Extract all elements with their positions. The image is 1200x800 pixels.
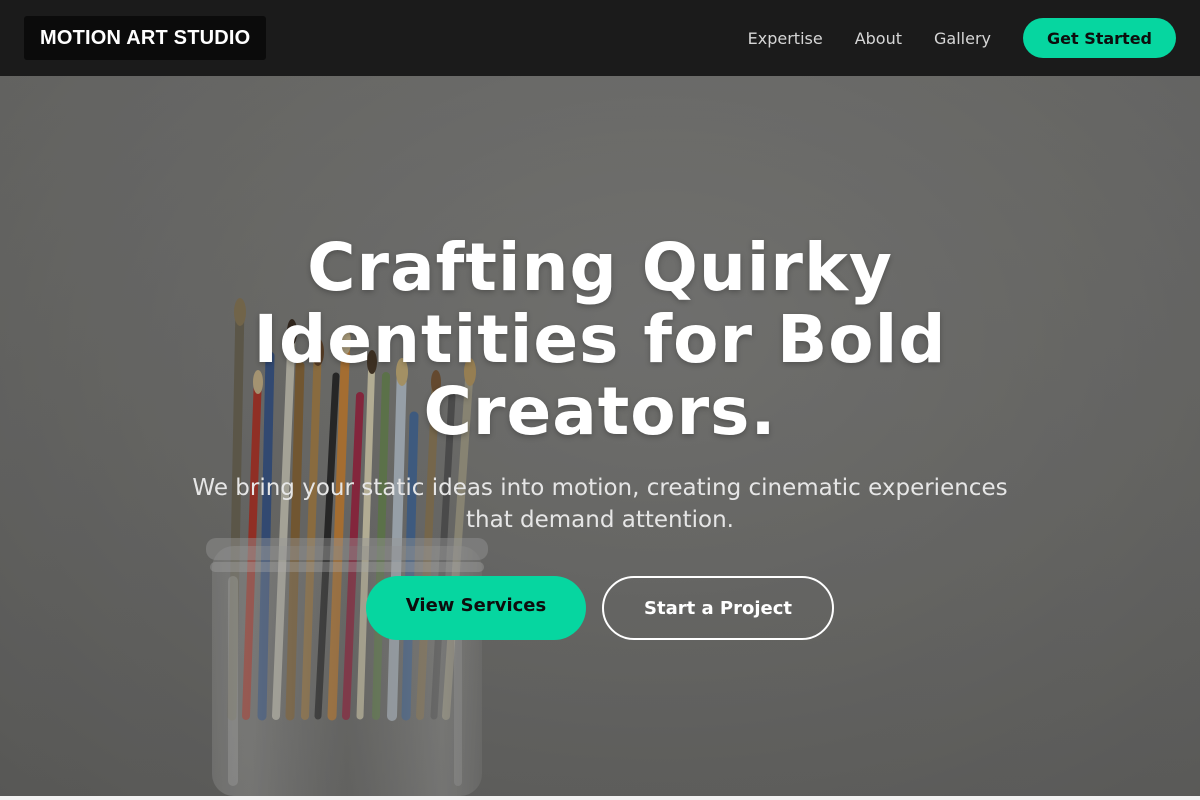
nav-link-about[interactable]: About <box>855 29 902 48</box>
view-services-button[interactable]: View Services <box>366 576 586 640</box>
start-project-button[interactable]: Start a Project <box>602 576 834 640</box>
hero-content: Crafting Quirky Identities for Bold Crea… <box>0 76 1200 796</box>
site-logo[interactable]: MOTION ART STUDIO <box>24 16 267 60</box>
page-bottom-strip <box>0 796 1200 800</box>
hero-section: Crafting Quirky Identities for Bold Crea… <box>0 76 1200 796</box>
hero-button-group: View Services Start a Project <box>0 576 1200 640</box>
nav-link-expertise[interactable]: Expertise <box>748 29 823 48</box>
top-navbar: MOTION ART STUDIO Expertise About Galler… <box>0 0 1200 76</box>
hero-subtitle: We bring your static ideas into motion, … <box>192 475 1008 533</box>
hero-title: Crafting Quirky Identities for Bold Crea… <box>253 229 947 450</box>
get-started-button[interactable]: Get Started <box>1023 18 1176 58</box>
main-nav: Expertise About Gallery Get Started <box>748 18 1176 58</box>
nav-link-gallery[interactable]: Gallery <box>934 29 991 48</box>
